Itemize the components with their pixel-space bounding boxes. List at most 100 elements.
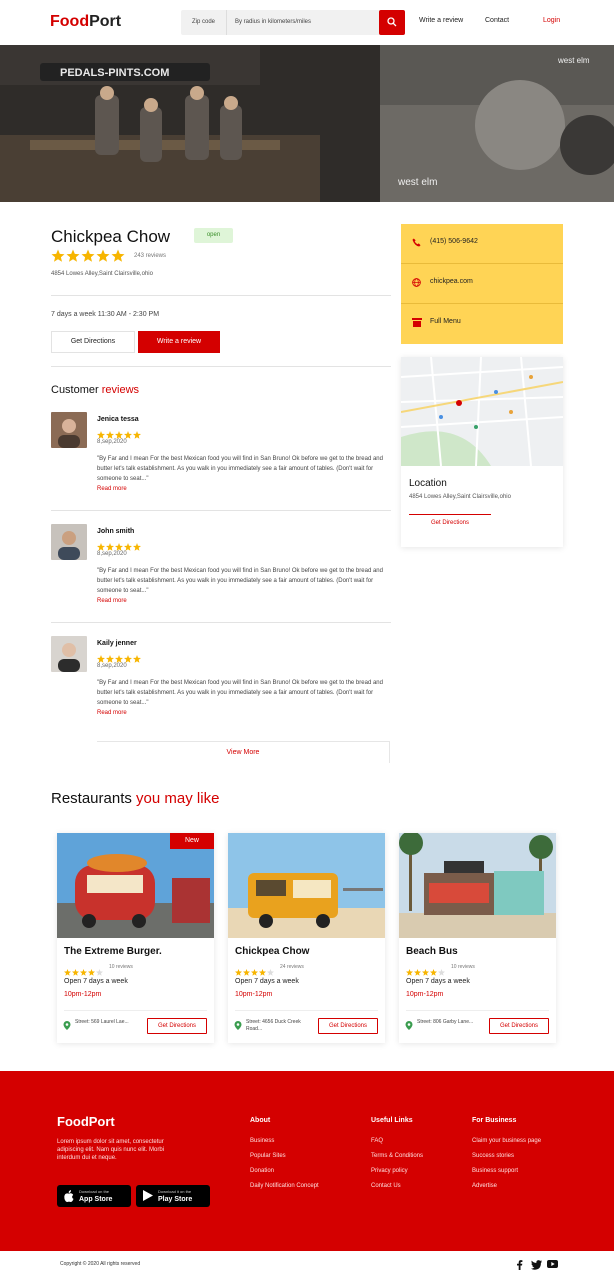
copyright-text: Copyright © 2020 All rights reserved — [60, 1261, 141, 1267]
divider — [51, 510, 391, 511]
review-item: Jenica tessa 8,sep,2020 "By Far and I me… — [51, 412, 391, 524]
play-store-caption: Download it on the — [158, 1189, 192, 1194]
search-button[interactable] — [379, 10, 405, 35]
bottom-bar: Copyright © 2020 All rights reserved — [0, 1251, 614, 1280]
footer-link[interactable]: Claim your business page — [472, 1138, 541, 1144]
phone-icon — [412, 238, 421, 247]
card-street: Street: 4656 Duck Creek Road... — [246, 1019, 301, 1032]
logo-part-food: Food — [50, 13, 90, 30]
twitter-icon[interactable] — [531, 1260, 542, 1270]
review-count: 243 reviews — [134, 253, 167, 259]
location-address: 4854 Lowes Alley,Saint Clairsville,ohio — [409, 494, 511, 500]
card-directions-button[interactable]: Get Directions — [147, 1018, 207, 1034]
read-more-link[interactable]: Read more — [97, 486, 127, 492]
read-more-link[interactable]: Read more — [97, 710, 127, 716]
footer-link[interactable]: Terms & Conditions — [371, 1153, 423, 1159]
zip-code-input[interactable]: Zip code — [181, 10, 227, 35]
phone-box[interactable]: (415) 506-9642 — [401, 224, 563, 264]
location-pin-icon — [63, 1021, 71, 1030]
footer-logo[interactable]: FoodPort — [57, 1114, 115, 1129]
website-box[interactable]: chickpea.com — [401, 264, 563, 304]
restaurant-card[interactable]: Beach Bus 10 reviews Open 7 days a week … — [399, 833, 556, 1043]
card-time: 10pm-12pm — [406, 991, 444, 998]
radius-input[interactable]: By radius in kilometers/miles — [235, 10, 375, 35]
footer-link[interactable]: Privacy policy — [371, 1168, 408, 1174]
footer-link[interactable]: Business support — [472, 1168, 518, 1174]
restaurant-card[interactable]: Chickpea Chow 24 reviews Open 7 days a w… — [228, 833, 385, 1043]
map[interactable] — [401, 357, 563, 466]
location-directions-button[interactable]: Get Directions — [409, 520, 491, 526]
card-street: Street: 569 Laurel Lae... — [75, 1019, 129, 1025]
app-store-button[interactable]: Download on the App Store — [57, 1185, 131, 1207]
divider — [51, 295, 391, 296]
search-bar: Zip code By radius in kilometers/miles — [181, 10, 405, 35]
reviewer-name: John smith — [97, 528, 135, 535]
hero-image: PEDALS-PINTS.COM west elm west elm — [0, 45, 614, 202]
svg-text:west elm: west elm — [397, 177, 437, 188]
header: FoodPort Zip code By radius in kilometer… — [0, 0, 614, 45]
star-icon — [66, 249, 80, 262]
play-store-button[interactable]: Download it on the Play Store — [136, 1185, 210, 1207]
footer-link[interactable]: Donation — [250, 1168, 274, 1174]
logo[interactable]: FoodPort — [50, 13, 121, 31]
divider — [406, 1010, 549, 1011]
menu-box[interactable]: Full Menu — [401, 304, 563, 344]
restaurant-photo — [228, 833, 385, 938]
divider — [235, 1010, 378, 1011]
nav-login[interactable]: Login — [543, 17, 560, 24]
write-review-button[interactable]: Write a review — [138, 331, 220, 353]
footer-link[interactable]: Business — [250, 1138, 274, 1144]
avatar — [51, 412, 87, 448]
app-store-caption: Download on the — [79, 1189, 110, 1194]
customer-reviews-heading: Customer reviews — [51, 384, 139, 396]
footer-heading-about: About — [250, 1117, 271, 1124]
location-pin-icon — [234, 1021, 242, 1030]
nav-write-review[interactable]: Write a review — [419, 17, 463, 24]
svg-text:PEDALS-PINTS.COM: PEDALS-PINTS.COM — [60, 67, 169, 79]
card-title[interactable]: Chickpea Chow — [235, 946, 309, 957]
restaurant-address: 4854 Lowes Alley,Saint Clairsville,ohio — [51, 271, 153, 277]
view-more-button[interactable]: View More — [97, 741, 390, 763]
map-graphic — [401, 357, 563, 466]
card-title[interactable]: The Extreme Burger. — [64, 946, 162, 957]
restaurant-card[interactable]: New The Extreme Burger. 10 reviews Open … — [57, 833, 214, 1043]
play-store-icon — [143, 1190, 153, 1201]
footer-link[interactable]: Advertise — [472, 1183, 497, 1189]
card-street: Street: 806 Garby Lane... — [417, 1019, 474, 1025]
heading-part: Customer — [51, 384, 99, 396]
review-text: "By Far and I mean For the best Mexican … — [97, 568, 383, 594]
footer-link[interactable]: Popular Sites — [250, 1153, 286, 1159]
footer-link[interactable]: FAQ — [371, 1138, 383, 1144]
search-icon — [387, 17, 397, 27]
reviewer-name: Kaily jenner — [97, 640, 137, 647]
avatar — [51, 636, 87, 672]
youtube-icon[interactable] — [547, 1260, 558, 1268]
facebook-icon[interactable] — [516, 1260, 523, 1270]
card-open-text: Open 7 days a week — [406, 978, 470, 985]
nav-contact[interactable]: Contact — [485, 17, 509, 24]
hero-photo: PEDALS-PINTS.COM west elm west elm — [0, 45, 614, 202]
card-title[interactable]: Beach Bus — [406, 946, 458, 957]
svg-text:west elm: west elm — [557, 56, 590, 65]
star-icon — [51, 249, 65, 262]
footer-heading-for-business: For Business — [472, 1117, 517, 1124]
review-text: "By Far and I mean For the best Mexican … — [97, 456, 383, 482]
apple-icon — [64, 1190, 74, 1202]
footer-link[interactable]: Success stories — [472, 1153, 514, 1159]
you-may-like-heading: Restaurants you may like — [51, 790, 219, 807]
full-menu-link: Full Menu — [430, 318, 461, 325]
logo-part-port: Port — [89, 13, 122, 30]
read-more-link[interactable]: Read more — [97, 598, 127, 604]
star-icon — [81, 249, 95, 262]
play-store-name: Play Store — [158, 1196, 193, 1203]
footer-link[interactable]: Daily Notification Concept — [250, 1183, 319, 1189]
card-directions-button[interactable]: Get Directions — [489, 1018, 549, 1034]
footer-link[interactable]: Contact Us — [371, 1183, 401, 1189]
card-review-count: 10 reviews — [451, 964, 475, 970]
review-date: 8,sep,2020 — [97, 439, 127, 445]
review-item: John smith 8,sep,2020 "By Far and I mean… — [51, 524, 391, 636]
get-directions-button[interactable]: Get Directions — [51, 331, 135, 353]
card-time: 10pm-12pm — [235, 991, 273, 998]
card-directions-button[interactable]: Get Directions — [318, 1018, 378, 1034]
rating-stars — [51, 249, 127, 268]
